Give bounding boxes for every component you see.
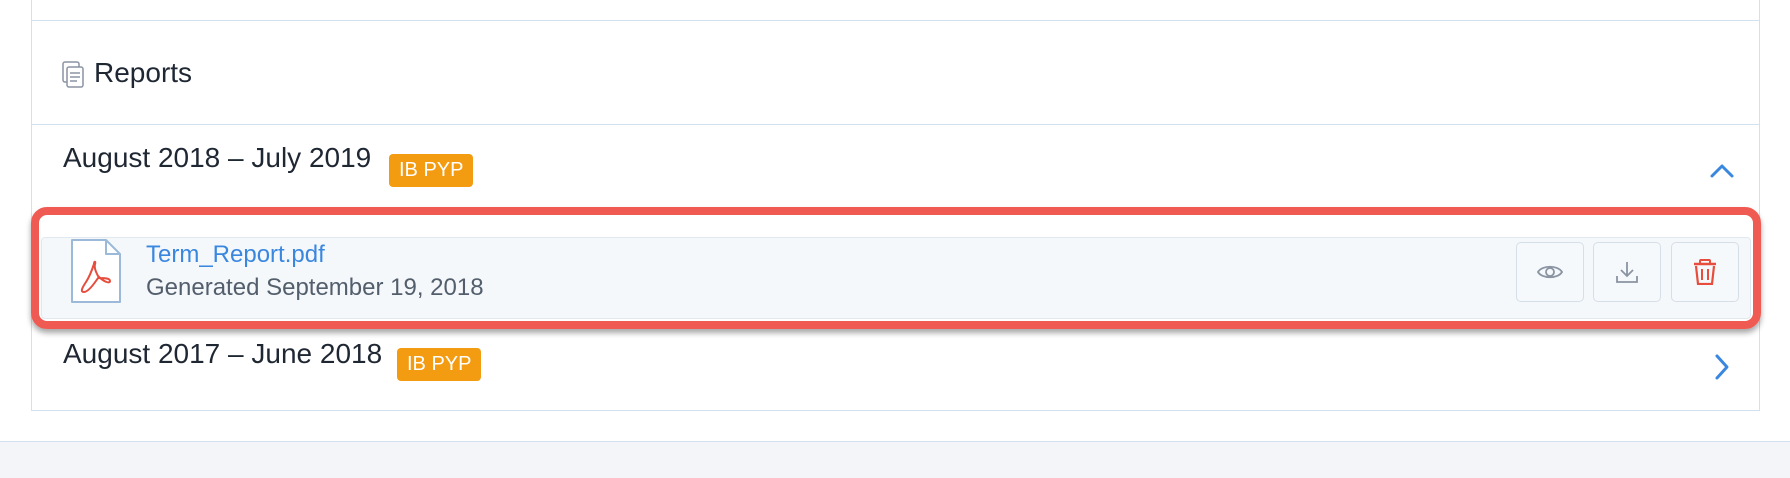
- eye-icon: [1537, 265, 1563, 279]
- term-label: August 2017 – June 2018: [63, 338, 383, 369]
- reports-panel: Reports August 2018 – July 2019 IB PYP A…: [31, 0, 1760, 411]
- file-link[interactable]: Term_Report.pdf: [146, 241, 325, 269]
- chevron-up-icon[interactable]: [1707, 156, 1737, 186]
- panel-top-section: [32, 0, 1759, 21]
- term-label: August 2018 – July 2019: [63, 142, 372, 173]
- file-generated-date: Generated September 19, 2018: [146, 274, 484, 301]
- program-badge: IB PYP: [389, 154, 474, 187]
- term-row-2017-2018[interactable]: August 2017 – June 2018 IB PYP: [32, 324, 1759, 384]
- delete-button[interactable]: [1671, 242, 1739, 302]
- download-icon: [1616, 262, 1638, 283]
- download-button[interactable]: [1593, 242, 1661, 302]
- reports-title: Reports: [94, 57, 193, 88]
- reports-header: Reports: [32, 21, 1759, 125]
- view-button[interactable]: [1516, 242, 1584, 302]
- pdf-file-icon: [71, 239, 121, 303]
- report-file-item: Term_Report.pdf Generated September 19, …: [41, 237, 1751, 319]
- document-stack-icon: [62, 61, 84, 88]
- chevron-right-icon[interactable]: [1707, 352, 1737, 382]
- term-row-2018-2019[interactable]: August 2018 – July 2019 IB PYP: [32, 128, 1759, 188]
- trash-icon: [1694, 259, 1716, 285]
- page-footer-section: [0, 441, 1790, 478]
- program-badge: IB PYP: [397, 348, 482, 381]
